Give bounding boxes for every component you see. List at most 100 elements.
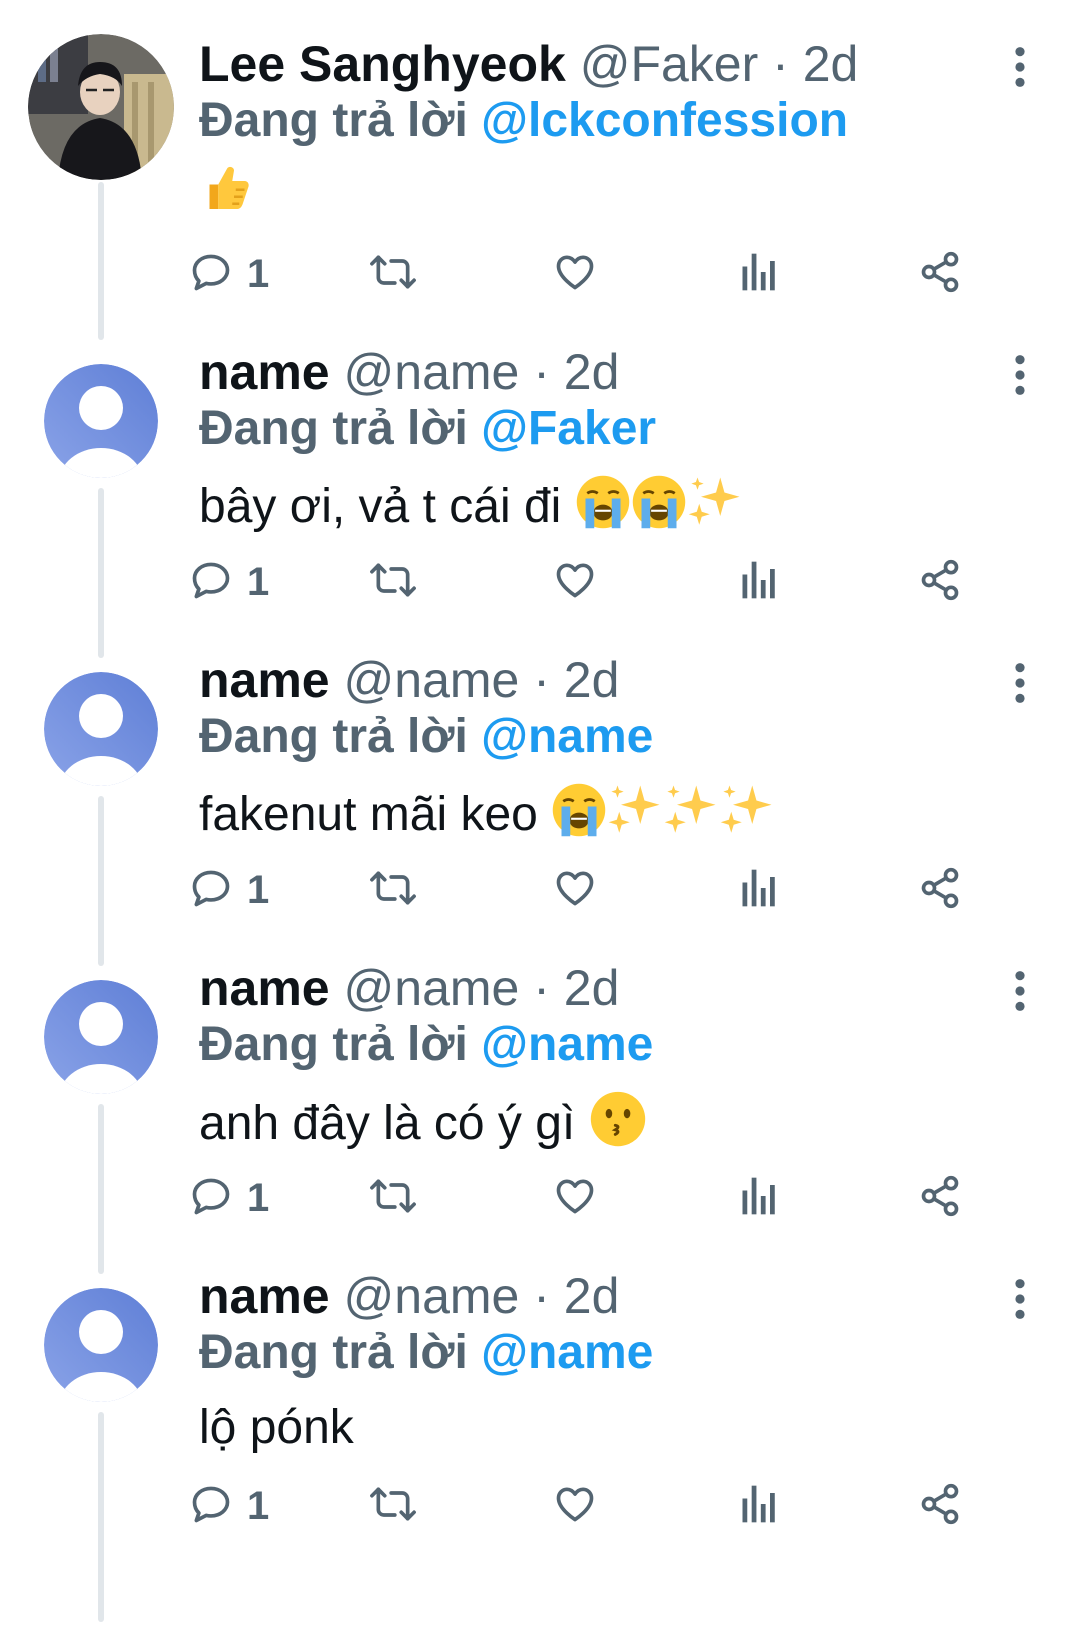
thumbs-up-emoji [199,160,255,231]
retweet-icon [368,866,418,915]
like-icon [552,1482,598,1531]
reply-button[interactable]: 1 [189,862,269,918]
like-icon [552,558,598,607]
like-button[interactable] [552,1478,598,1534]
avatar[interactable] [28,34,174,180]
views-button[interactable] [739,1170,779,1226]
display-name[interactable]: name [199,652,330,708]
retweet-button[interactable] [368,554,418,610]
tweet-header: name @name · 2d [199,650,619,710]
share-icon [918,866,962,915]
avatar[interactable] [44,672,158,786]
retweet-button[interactable] [368,1170,418,1226]
more-icon[interactable] [1008,968,1032,1014]
sparkles-emoji [663,782,719,853]
replying-to: Đang trả lời @name [199,1016,653,1074]
share-button[interactable] [918,1478,962,1534]
retweet-button[interactable] [368,862,418,918]
views-icon [739,558,779,607]
avatar[interactable] [44,980,158,1094]
more-icon[interactable] [1008,660,1032,706]
handle-and-time: @Faker · 2d [579,36,859,92]
handle-and-time: @name · 2d [343,1268,620,1324]
more-icon[interactable] [1008,44,1032,90]
reply-icon [189,866,233,915]
display-name[interactable]: name [199,344,330,400]
replying-to: Đang trả lời @Faker [199,400,656,458]
tweet-text: anh đây là có ý gì [199,1090,647,1163]
display-name[interactable]: name [199,1268,330,1324]
avatar[interactable] [44,364,158,478]
mention-link[interactable]: @name [481,710,653,763]
reply-count: 1 [247,867,270,912]
share-button[interactable] [918,554,962,610]
tweet-text-content: fakenut mãi keo [199,788,538,842]
reply-button[interactable]: 1 [189,1478,269,1534]
reply-count: 1 [247,1175,270,1220]
replying-to-label: Đang trả lời [199,94,468,147]
avatar[interactable] [44,1288,158,1402]
retweet-button[interactable] [368,1478,418,1534]
views-icon [739,250,779,299]
more-icon[interactable] [1008,352,1032,398]
tweet-reply: Lee Sanghyeok @Faker · 2d Đang trả lời @l… [0,32,1080,340]
tweet-text-content: bây ơi, vả t cái đi [199,480,562,534]
share-icon [918,1174,962,1223]
share-button[interactable] [918,1170,962,1226]
share-icon [918,558,962,607]
reply-button[interactable]: 1 [189,246,269,302]
sparkles-emoji [719,782,775,853]
reply-count: 1 [247,559,270,604]
share-button[interactable] [918,862,962,918]
tweet-text: lộ pónk [199,1398,354,1458]
like-button[interactable] [552,1170,598,1226]
share-button[interactable] [918,246,962,302]
views-button[interactable] [739,554,779,610]
reply-icon [189,1482,233,1531]
mention-link[interactable]: @name [481,1018,653,1071]
replying-to-label: Đang trả lời [199,402,468,455]
tweet-text-content: anh đây là có ý gì [199,1097,576,1151]
tweet-actions: 1 [0,554,1080,610]
display-name[interactable]: name [199,960,330,1016]
views-button[interactable] [739,246,779,302]
replying-to-label: Đang trả lời [199,710,468,763]
like-icon [552,866,598,915]
mention-link[interactable]: @name [481,1326,653,1379]
views-button[interactable] [739,862,779,918]
replying-to: Đang trả lời @name [199,708,653,766]
tweet-reply: name @name · 2d Đang trả lời @name lộ pónk… [0,1264,1080,1622]
reply-icon [189,1174,233,1223]
reply-count: 1 [247,251,270,296]
tweet-text [199,160,255,231]
reply-icon [189,558,233,607]
tweet-actions: 1 [0,1478,1080,1534]
like-button[interactable] [552,862,598,918]
reply-button[interactable]: 1 [189,1170,269,1226]
views-icon [739,1482,779,1531]
loudly-crying-face-emoji [551,782,607,853]
reply-button[interactable]: 1 [189,554,269,610]
tweet-reply: name @name · 2d Đang trả lời @name fakenut… [0,648,1080,966]
tweet-header: Lee Sanghyeok @Faker · 2d [199,34,858,94]
replying-to-label: Đang trả lời [199,1326,468,1379]
tweet-header: name @name · 2d [199,342,619,402]
reply-icon [189,250,233,299]
mention-link[interactable]: @Faker [481,402,656,455]
like-icon [552,1174,598,1223]
mention-link[interactable]: @lckconfession [481,94,848,147]
tweet-reply: name @name · 2d Đang trả lời @Faker bây ơi… [0,340,1080,658]
views-button[interactable] [739,1478,779,1534]
retweet-icon [368,558,418,607]
replying-to: Đang trả lời @name [199,1324,653,1382]
share-icon [918,250,962,299]
tweet-text: bây ơi, vả t cái đi [199,474,743,545]
like-button[interactable] [552,554,598,610]
like-button[interactable] [552,246,598,302]
loudly-crying-face-emoji [631,474,687,545]
loudly-crying-face-emoji [575,474,631,545]
display-name[interactable]: Lee Sanghyeok [199,36,566,92]
tweet-actions: 1 [0,1170,1080,1226]
retweet-button[interactable] [368,246,418,302]
more-icon[interactable] [1008,1276,1032,1322]
